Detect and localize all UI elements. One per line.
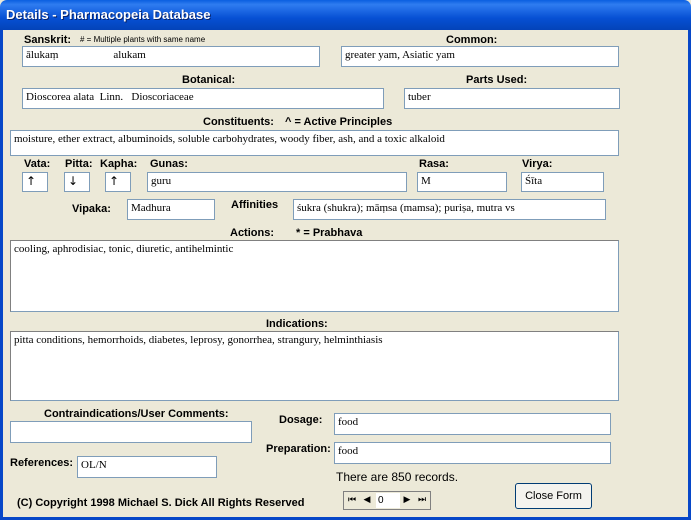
- active-principles-note: ^ = Active Principles: [285, 116, 393, 128]
- window-title: Details - Pharmacopeia Database: [6, 7, 211, 22]
- next-record-icon[interactable]: ▶: [400, 493, 414, 508]
- previous-record-icon[interactable]: ◀: [360, 493, 374, 508]
- kapha-field[interactable]: ↑: [105, 172, 131, 192]
- constituents-field[interactable]: moisture, ether extract, albuminoids, so…: [10, 130, 619, 156]
- botanical-label: Botanical:: [182, 74, 236, 86]
- rasa-label: Rasa:: [419, 158, 449, 170]
- record-number-field[interactable]: 0: [376, 493, 400, 508]
- close-form-button[interactable]: Close Form: [515, 483, 592, 509]
- window-border-left: [0, 30, 3, 520]
- copyright-text: (C) Copyright 1998 Michael S. Dick All R…: [17, 497, 305, 509]
- prabhava-note: * = Prabhava: [296, 227, 363, 239]
- pitta-field[interactable]: ↓: [64, 172, 90, 192]
- preparation-field[interactable]: food: [334, 442, 611, 464]
- virya-field[interactable]: Śīta: [521, 172, 604, 192]
- record-navigator: ⏮ ◀ 0 ▶ ⏭: [343, 491, 431, 510]
- pitta-label: Pitta:: [65, 158, 93, 170]
- kapha-label: Kapha:: [100, 158, 138, 170]
- common-field[interactable]: greater yam, Asiatic yam: [341, 46, 619, 67]
- actions-field[interactable]: cooling, aphrodisiac, tonic, diuretic, a…: [10, 240, 619, 312]
- contraindications-field[interactable]: [10, 421, 252, 443]
- dosage-label: Dosage:: [279, 414, 323, 426]
- first-record-icon[interactable]: ⏮: [345, 493, 359, 508]
- sanskrit-label: Sanskrit:: [24, 34, 72, 46]
- contraindications-label: Contraindications/User Comments:: [44, 408, 229, 420]
- references-field[interactable]: OL/N: [77, 456, 217, 478]
- rasa-field[interactable]: M: [417, 172, 507, 192]
- common-label: Common:: [446, 34, 498, 46]
- actions-label: Actions:: [230, 227, 274, 239]
- vata-label: Vata:: [24, 158, 51, 170]
- virya-label: Virya:: [522, 158, 553, 170]
- affinities-field[interactable]: śukra (shukra); māṃsa (mamsa); puriṣa, m…: [293, 199, 606, 220]
- indications-field[interactable]: pitta conditions, hemorrhoids, diabetes,…: [10, 331, 619, 401]
- title-bar[interactable]: Details - Pharmacopeia Database: [0, 0, 691, 30]
- botanical-field[interactable]: Dioscorea alata Linn. Dioscoriaceae: [22, 88, 384, 109]
- preparation-label: Preparation:: [266, 443, 331, 455]
- parts-used-field[interactable]: tuber: [404, 88, 620, 109]
- constituents-label: Constituents:: [203, 116, 274, 128]
- dosage-field[interactable]: food: [334, 413, 611, 435]
- gunas-label: Gunas:: [150, 158, 188, 170]
- vipaka-label: Vipaka:: [72, 203, 111, 215]
- vipaka-field[interactable]: Madhura: [127, 199, 215, 220]
- record-count-text: There are 850 records.: [336, 470, 459, 484]
- vata-field[interactable]: ↑: [22, 172, 48, 192]
- references-label: References:: [10, 457, 73, 469]
- indications-label: Indications:: [266, 318, 328, 330]
- last-record-icon[interactable]: ⏭: [415, 493, 429, 508]
- multiple-plants-note: # = Multiple plants with same name: [80, 35, 206, 44]
- gunas-field[interactable]: guru: [147, 172, 407, 192]
- sanskrit-field[interactable]: ālukaṃ alukam: [22, 46, 320, 67]
- affinities-label: Affinities: [231, 199, 279, 211]
- parts-used-label: Parts Used:: [466, 74, 528, 86]
